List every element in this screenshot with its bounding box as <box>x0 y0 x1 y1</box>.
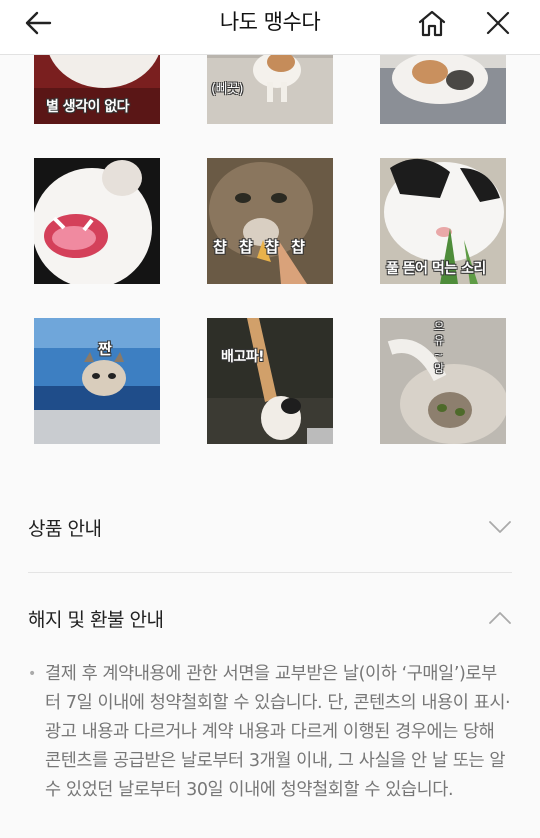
sticker-9[interactable]: 으 유 ~ 앙 <box>380 318 506 444</box>
close-button[interactable] <box>478 4 518 42</box>
sticker-5[interactable]: 챱 챱 챱 챱 <box>207 158 333 284</box>
sticker-2-caption: (삐끗) <box>211 82 244 97</box>
sticker-5-caption: 챱 챱 챱 챱 <box>213 238 305 256</box>
sticker-6-caption: 풀 뜯어 먹는 소리 <box>386 261 486 277</box>
refund-info-label: 해지 및 환불 안내 <box>28 608 164 631</box>
sticker-7-caption: 짠 <box>98 340 112 358</box>
sticker-9-caption: 으 유 ~ 앙 <box>434 320 444 375</box>
sticker-7-image <box>34 318 160 444</box>
sticker-1-caption: 별 생각이 없다 <box>46 99 130 115</box>
product-info-row[interactable]: 상품 안내 <box>28 507 512 547</box>
sticker-8[interactable]: 배고파! <box>207 318 333 444</box>
refund-notice-text: 결제 후 계약내용에 관한 서면을 교부받은 날(이하 ‘구매일’)로부터 7일… <box>45 664 511 800</box>
home-icon <box>418 10 446 37</box>
refund-info-row[interactable]: 해지 및 환불 안내 <box>28 598 512 638</box>
home-button[interactable] <box>412 4 452 42</box>
bullet: • <box>28 666 36 682</box>
refund-notice: • 결제 후 계약내용에 관한 서면을 교부받은 날(이하 ‘구매일’)로부터 … <box>28 660 512 805</box>
sticker-grid: 별 생각이 없다 (삐끗) 챱 챱 챱 챱 풀 뜯어 먹는 소리 짠 배고파! … <box>0 0 540 460</box>
close-icon <box>486 11 510 35</box>
sticker-7[interactable]: 짠 <box>34 318 160 444</box>
product-info-label: 상품 안내 <box>28 517 102 540</box>
sticker-5-image <box>207 158 333 284</box>
chevron-down-icon <box>489 521 511 533</box>
top-bar: 나도 맹수다 <box>0 0 540 55</box>
sticker-4[interactable] <box>34 158 160 284</box>
section-divider <box>28 572 512 573</box>
page-title: 나도 맹수다 <box>219 10 321 34</box>
sticker-6[interactable]: 풀 뜯어 먹는 소리 <box>380 158 506 284</box>
sticker-8-image <box>207 318 333 444</box>
sticker-4-image <box>34 158 160 284</box>
sticker-8-caption: 배고파! <box>221 349 265 365</box>
chevron-up-icon <box>489 612 511 624</box>
